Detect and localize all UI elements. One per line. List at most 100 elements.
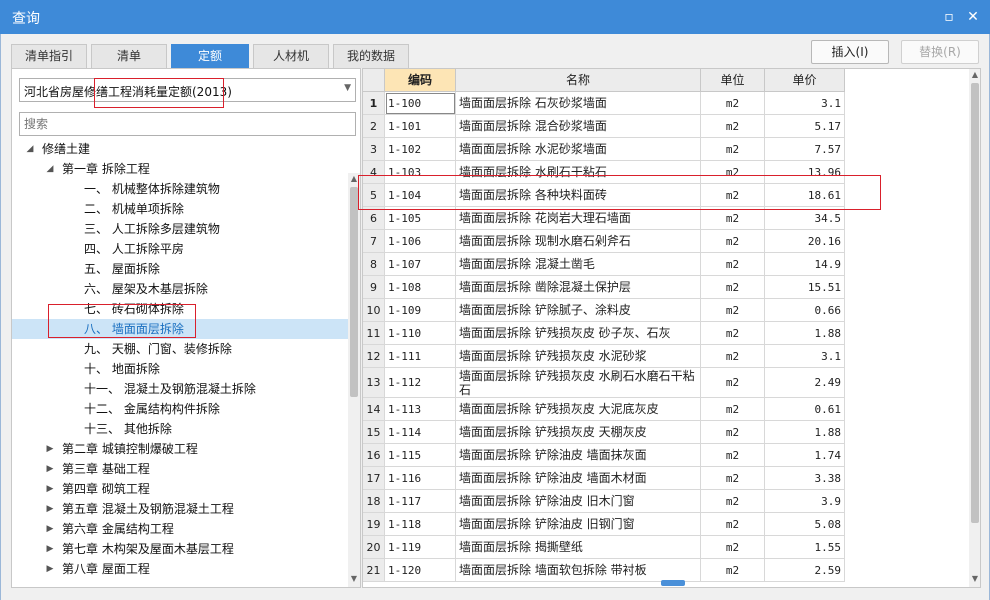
table-row[interactable]: 2 1-101 墙面面层拆除 混合砂浆墙面 m2 5.17: [363, 115, 845, 138]
replace-button[interactable]: 替换(R): [901, 40, 979, 64]
cell-code[interactable]: 1-105: [385, 207, 456, 230]
tree-item[interactable]: ▶ 第七章 木构架及屋面木基层工程: [12, 539, 348, 559]
cell-unit[interactable]: m2: [701, 138, 765, 161]
cell-code[interactable]: 1-109: [385, 299, 456, 322]
search-input[interactable]: [20, 113, 355, 135]
cell-unit[interactable]: m2: [701, 253, 765, 276]
cell-price[interactable]: 3.9: [765, 490, 845, 513]
cell-name[interactable]: 墙面面层拆除 铲残损灰皮 天棚灰皮: [456, 421, 701, 444]
cell-name[interactable]: 墙面面层拆除 水泥砂浆墙面: [456, 138, 701, 161]
table-row[interactable]: 10 1-109 墙面面层拆除 铲除腻子、涂料皮 m2 0.66: [363, 299, 845, 322]
tree-scrollbar[interactable]: ▲ ▼: [348, 173, 360, 587]
cell-code[interactable]: 1-106: [385, 230, 456, 253]
cell-unit[interactable]: m2: [701, 398, 765, 421]
cell-price[interactable]: 18.61: [765, 184, 845, 207]
cell-name[interactable]: 墙面面层拆除 铲除油皮 墙面木材面: [456, 467, 701, 490]
tree-item[interactable]: 三、 人工拆除多层建筑物: [12, 219, 348, 239]
tree-item[interactable]: ▶ 第八章 屋面工程: [12, 559, 348, 579]
cell-unit[interactable]: m2: [701, 161, 765, 184]
table-row[interactable]: 5 1-104 墙面面层拆除 各种块料面砖 m2 18.61: [363, 184, 845, 207]
cell-unit[interactable]: m2: [701, 444, 765, 467]
scroll-up-icon[interactable]: ▲: [969, 69, 980, 81]
cell-price[interactable]: 0.61: [765, 398, 845, 421]
cell-unit[interactable]: m2: [701, 230, 765, 253]
restore-icon[interactable]: ▫: [940, 8, 958, 26]
cell-price[interactable]: 2.49: [765, 368, 845, 398]
expand-icon[interactable]: ▶: [44, 439, 56, 459]
tree-item[interactable]: 十三、 其他拆除: [12, 419, 348, 439]
scroll-down-icon[interactable]: ▼: [969, 573, 980, 585]
cell-unit[interactable]: m2: [701, 345, 765, 368]
cell-unit[interactable]: m2: [701, 490, 765, 513]
cell-unit[interactable]: m2: [701, 421, 765, 444]
grid-scroll-thumb[interactable]: [971, 83, 979, 523]
tree-item[interactable]: 十、 地面拆除: [12, 359, 348, 379]
table-row[interactable]: 16 1-115 墙面面层拆除 铲除油皮 墙面抹灰面 m2 1.74: [363, 444, 845, 467]
tree-item[interactable]: ◢ 第一章 拆除工程: [12, 159, 348, 179]
tree-item[interactable]: 四、 人工拆除平房: [12, 239, 348, 259]
cell-name[interactable]: 墙面面层拆除 各种块料面砖: [456, 184, 701, 207]
cell-unit[interactable]: m2: [701, 276, 765, 299]
cell-name[interactable]: 墙面面层拆除 铲残损灰皮 水刷石水磨石干粘石: [456, 368, 701, 398]
cell-price[interactable]: 1.74: [765, 444, 845, 467]
table-row[interactable]: 21 1-120 墙面面层拆除 墙面软包拆除 带衬板 m2 2.59: [363, 559, 845, 582]
tree-item[interactable]: ▶ 第二章 城镇控制爆破工程: [12, 439, 348, 459]
tree-item[interactable]: 十二、 金属结构构件拆除: [12, 399, 348, 419]
cell-unit[interactable]: m2: [701, 559, 765, 582]
cell-price[interactable]: 7.57: [765, 138, 845, 161]
cell-price[interactable]: 20.16: [765, 230, 845, 253]
table-row[interactable]: 3 1-102 墙面面层拆除 水泥砂浆墙面 m2 7.57: [363, 138, 845, 161]
table-row[interactable]: 6 1-105 墙面面层拆除 花岗岩大理石墙面 m2 34.5: [363, 207, 845, 230]
insert-button[interactable]: 插入(I): [811, 40, 889, 64]
tree-item[interactable]: ▶ 第六章 金属结构工程: [12, 519, 348, 539]
tree-item[interactable]: ▶ 第五章 混凝土及钢筋混凝土工程: [12, 499, 348, 519]
cell-code[interactable]: 1-114: [385, 421, 456, 444]
cell-name[interactable]: 墙面面层拆除 花岗岩大理石墙面: [456, 207, 701, 230]
cell-name[interactable]: 墙面面层拆除 混凝土凿毛: [456, 253, 701, 276]
tab-my-data[interactable]: 我的数据: [333, 44, 409, 68]
cell-name[interactable]: 墙面面层拆除 凿除混凝土保护层: [456, 276, 701, 299]
tree-item[interactable]: 五、 屋面拆除: [12, 259, 348, 279]
table-row[interactable]: 7 1-106 墙面面层拆除 现制水磨石剁斧石 m2 20.16: [363, 230, 845, 253]
column-header-name[interactable]: 名称: [456, 69, 701, 92]
cell-price[interactable]: 0.66: [765, 299, 845, 322]
cell-unit[interactable]: m2: [701, 92, 765, 115]
cell-code[interactable]: 1-118: [385, 513, 456, 536]
table-row[interactable]: 12 1-111 墙面面层拆除 铲残损灰皮 水泥砂浆 m2 3.1: [363, 345, 845, 368]
cell-name[interactable]: 墙面面层拆除 铲除腻子、涂料皮: [456, 299, 701, 322]
tree-item[interactable]: 十一、 混凝土及钢筋混凝土拆除: [12, 379, 348, 399]
column-header-unit[interactable]: 单位: [701, 69, 765, 92]
cell-unit[interactable]: m2: [701, 368, 765, 398]
cell-price[interactable]: 2.59: [765, 559, 845, 582]
cell-name[interactable]: 墙面面层拆除 铲除油皮 旧钢门窗: [456, 513, 701, 536]
cell-price[interactable]: 5.17: [765, 115, 845, 138]
tab-bill[interactable]: 清单: [91, 44, 167, 68]
cell-code[interactable]: 1-113: [385, 398, 456, 421]
scroll-down-icon[interactable]: ▼: [348, 573, 360, 585]
column-header-price[interactable]: 单价: [765, 69, 845, 92]
cell-code[interactable]: 1-104: [385, 184, 456, 207]
cell-price[interactable]: 5.08: [765, 513, 845, 536]
cell-name[interactable]: 墙面面层拆除 墙面软包拆除 带衬板: [456, 559, 701, 582]
cell-name[interactable]: 墙面面层拆除 揭撕壁纸: [456, 536, 701, 559]
tree-item[interactable]: ◢ 修缮土建: [12, 139, 348, 159]
cell-unit[interactable]: m2: [701, 299, 765, 322]
expand-icon[interactable]: ▶: [44, 539, 56, 559]
cell-price[interactable]: 1.55: [765, 536, 845, 559]
cell-name[interactable]: 墙面面层拆除 铲除油皮 旧木门窗: [456, 490, 701, 513]
table-row[interactable]: 18 1-117 墙面面层拆除 铲除油皮 旧木门窗 m2 3.9: [363, 490, 845, 513]
cell-name[interactable]: 墙面面层拆除 混合砂浆墙面: [456, 115, 701, 138]
table-row[interactable]: 4 1-103 墙面面层拆除 水刷石干粘石 m2 13.96: [363, 161, 845, 184]
tree-item[interactable]: 九、 天棚、门窗、装修拆除: [12, 339, 348, 359]
tree-scroll-thumb[interactable]: [350, 187, 358, 397]
cell-name[interactable]: 墙面面层拆除 石灰砂浆墙面: [456, 92, 701, 115]
cell-unit[interactable]: m2: [701, 322, 765, 345]
table-row[interactable]: 17 1-116 墙面面层拆除 铲除油皮 墙面木材面 m2 3.38: [363, 467, 845, 490]
quota-library-select[interactable]: 河北省房屋修缮工程消耗量定额(2013) ▼: [19, 78, 356, 102]
cell-name[interactable]: 墙面面层拆除 铲残损灰皮 水泥砂浆: [456, 345, 701, 368]
tree-item[interactable]: 二、 机械单项拆除: [12, 199, 348, 219]
expand-icon[interactable]: ▶: [44, 499, 56, 519]
tree-item[interactable]: ▶ 第四章 砌筑工程: [12, 479, 348, 499]
tree-item-selected[interactable]: 八、 墙面面层拆除: [12, 319, 348, 339]
table-row[interactable]: 11 1-110 墙面面层拆除 铲残损灰皮 砂子灰、石灰 m2 1.88: [363, 322, 845, 345]
